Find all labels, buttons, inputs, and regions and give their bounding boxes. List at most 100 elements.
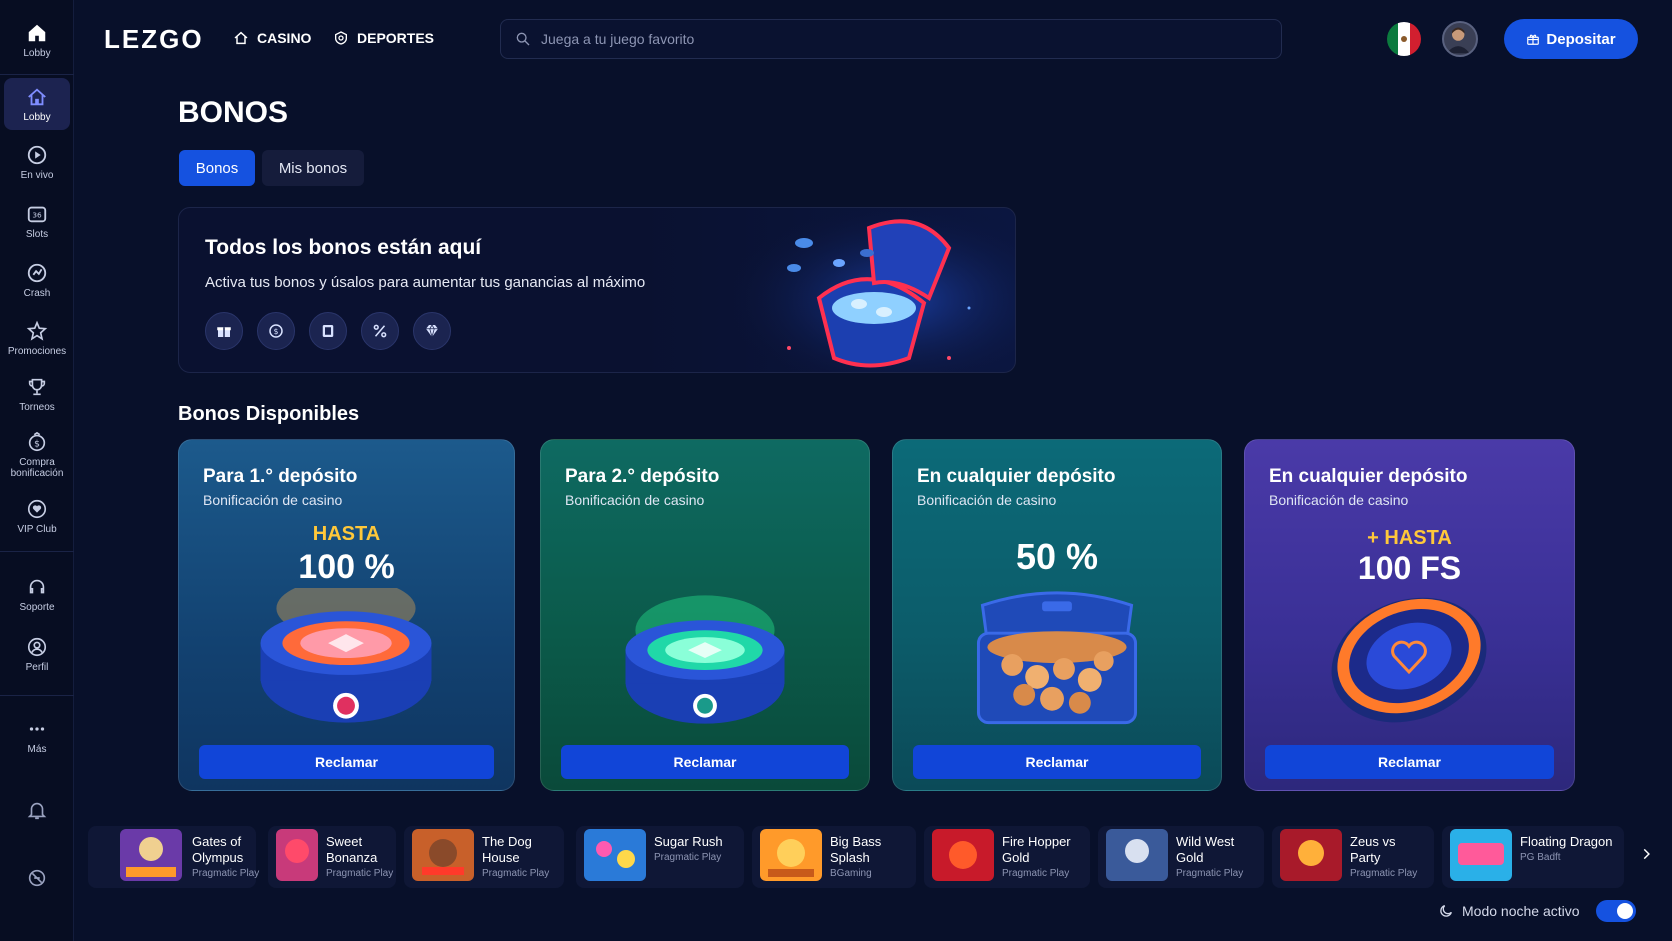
star-badge-icon bbox=[26, 320, 48, 341]
moon-icon bbox=[1440, 905, 1452, 917]
chevron-right-icon bbox=[1643, 848, 1650, 860]
sidebar-item-lobby-top[interactable]: Lobby bbox=[4, 14, 70, 66]
game-provider: PG Badft bbox=[1520, 852, 1561, 863]
claim-button[interactable]: Reclamar bbox=[561, 745, 849, 779]
notifications-button[interactable] bbox=[4, 786, 70, 838]
bonus-card-any-deposit-freespins: En cualquier depósito Bonificación de ca… bbox=[1244, 439, 1575, 791]
headset-icon bbox=[29, 579, 45, 593]
game-name: The Dog House bbox=[482, 834, 532, 865]
crash-icon bbox=[27, 263, 47, 282]
game-thumbnail bbox=[932, 829, 994, 881]
night-mode-control: Modo noche activo bbox=[1438, 900, 1636, 922]
treasure-chest-illustration bbox=[719, 208, 1015, 372]
sidebar-item-live[interactable]: En vivo bbox=[4, 136, 70, 188]
sidebar-item-slots[interactable]: 36 Slots bbox=[4, 195, 70, 247]
search-input[interactable] bbox=[541, 31, 1241, 47]
sidebar-item-label: Más bbox=[27, 743, 47, 755]
bonus-card-title: En cualquier depósito bbox=[1269, 466, 1468, 487]
sidebar-item-label: En vivo bbox=[20, 169, 54, 181]
more-dots-icon bbox=[29, 726, 45, 731]
sidebar-item-promotions[interactable]: Promociones bbox=[4, 312, 70, 364]
hero-icon-row: $ bbox=[205, 312, 451, 350]
sidebar: Lobby Lobby En vivo 36 Slots Crash Promo… bbox=[0, 0, 74, 941]
game-provider: Pragmatic Play bbox=[1002, 868, 1070, 879]
sidebar-item-profile[interactable]: Perfil bbox=[4, 628, 70, 680]
no-gambling-icon bbox=[28, 869, 46, 887]
game-name: Sweet Bonanza bbox=[326, 834, 378, 865]
sidebar-item-support[interactable]: Soporte bbox=[4, 568, 70, 620]
game-thumbnail bbox=[1280, 829, 1342, 881]
home-icon bbox=[234, 31, 248, 45]
game-thumbnail bbox=[1106, 829, 1168, 881]
responsible-gaming-button[interactable] bbox=[4, 854, 70, 906]
game-tile[interactable]: Floating Dragon PG Badft bbox=[1442, 826, 1624, 888]
house-icon bbox=[28, 87, 46, 105]
bonus-card-subtitle: Bonificación de casino bbox=[917, 492, 1057, 508]
night-mode-toggle[interactable] bbox=[1595, 900, 1636, 922]
play-circle-icon bbox=[27, 145, 47, 164]
svg-text:36: 36 bbox=[32, 210, 42, 219]
bonus-card-promo-label: HASTA bbox=[312, 523, 381, 545]
search-bar[interactable] bbox=[500, 19, 1282, 59]
nav-casino-label: CASINO bbox=[257, 30, 312, 46]
game-thumbnail bbox=[1450, 829, 1512, 881]
game-name: Wild West Gold bbox=[1176, 834, 1235, 865]
game-name: Floating Dragon bbox=[1520, 834, 1613, 849]
sidebar-divider bbox=[0, 551, 74, 552]
coin-chest-illustration bbox=[976, 591, 1138, 725]
claim-button[interactable]: Reclamar bbox=[1265, 745, 1554, 779]
carousel-next-button[interactable] bbox=[1634, 842, 1658, 866]
svg-text:$: $ bbox=[274, 327, 279, 336]
nav-sports[interactable]: DEPORTES bbox=[333, 30, 434, 46]
game-name: Big Bass Splash bbox=[830, 834, 882, 865]
sidebar-divider bbox=[0, 74, 74, 75]
sidebar-item-vip[interactable]: VIP Club bbox=[4, 490, 70, 542]
slot-machine-icon: 36 bbox=[27, 206, 47, 222]
bonus-card-any-deposit-percent: En cualquier depósito Bonificación de ca… bbox=[892, 439, 1222, 791]
bonus-hero-banner: Todos los bonos están aquí Activa tus bo… bbox=[178, 207, 1016, 373]
sidebar-item-lobby[interactable]: Lobby bbox=[4, 78, 70, 130]
language-flag-mexico-icon[interactable] bbox=[1387, 22, 1421, 56]
bonus-card-promo-label: + HASTA bbox=[1367, 527, 1452, 549]
game-tile[interactable]: Big Bass Splash BGaming bbox=[752, 826, 916, 888]
sidebar-item-label: Torneos bbox=[19, 401, 55, 413]
bonus-card-subtitle: Bonificación de casino bbox=[203, 492, 343, 508]
nav-casino[interactable]: CASINO bbox=[233, 30, 311, 46]
game-tile[interactable]: Fire Hopper Gold Pragmatic Play bbox=[924, 826, 1090, 888]
bonus-card-promo-value: 100 % bbox=[298, 548, 395, 586]
game-tile[interactable]: The Dog House Pragmatic Play bbox=[404, 826, 564, 888]
freespins-icon bbox=[309, 312, 347, 350]
sidebar-item-label: Lobby bbox=[23, 47, 51, 59]
sidebar-item-tournaments[interactable]: Torneos bbox=[4, 368, 70, 420]
brand-logo[interactable]: LEZGO bbox=[104, 24, 204, 55]
sidebar-divider bbox=[0, 695, 74, 696]
tab-bonos[interactable]: Bonos bbox=[179, 150, 255, 186]
bonus-card-subtitle: Bonificación de casino bbox=[565, 492, 705, 508]
claim-button[interactable]: Reclamar bbox=[199, 745, 494, 779]
sidebar-item-crash[interactable]: Crash bbox=[4, 254, 70, 306]
sidebar-item-more[interactable]: Más bbox=[4, 710, 70, 762]
sidebar-item-buy-bonus[interactable]: $ Compra bonificación bbox=[4, 424, 70, 486]
game-tile[interactable]: Zeus vs Party Pragmatic Play bbox=[1272, 826, 1434, 888]
sidebar-item-label: Lobby bbox=[23, 111, 51, 123]
game-tile[interactable]: Wild West Gold Pragmatic Play bbox=[1098, 826, 1264, 888]
game-name: Gates of Olympus bbox=[192, 834, 244, 865]
sports-icon bbox=[335, 31, 347, 45]
casino-chip-illustration bbox=[1331, 597, 1487, 723]
deposit-button[interactable]: Depositar bbox=[1504, 19, 1638, 59]
tab-mis-bonos[interactable]: Mis bonos bbox=[262, 150, 364, 186]
game-thumbnail bbox=[412, 829, 474, 881]
game-thumbnail bbox=[120, 829, 182, 881]
sidebar-item-label: Promociones bbox=[7, 345, 67, 357]
heart-shield-icon bbox=[27, 499, 47, 518]
sidebar-item-label: Perfil bbox=[25, 661, 49, 673]
game-provider: Pragmatic Play bbox=[326, 868, 394, 879]
game-tile[interactable]: Gates of Olympus Pragmatic Play bbox=[88, 826, 259, 888]
sidebar-item-label: Slots bbox=[25, 228, 49, 240]
user-avatar[interactable] bbox=[1442, 21, 1478, 57]
game-provider: Pragmatic Play bbox=[192, 868, 260, 879]
game-tile[interactable]: Sugar Rush Pragmatic Play bbox=[576, 826, 744, 888]
sidebar-item-label: VIP Club bbox=[17, 523, 57, 535]
claim-button[interactable]: Reclamar bbox=[913, 745, 1201, 779]
game-tile[interactable]: Sweet Bonanza Pragmatic Play bbox=[268, 826, 396, 888]
